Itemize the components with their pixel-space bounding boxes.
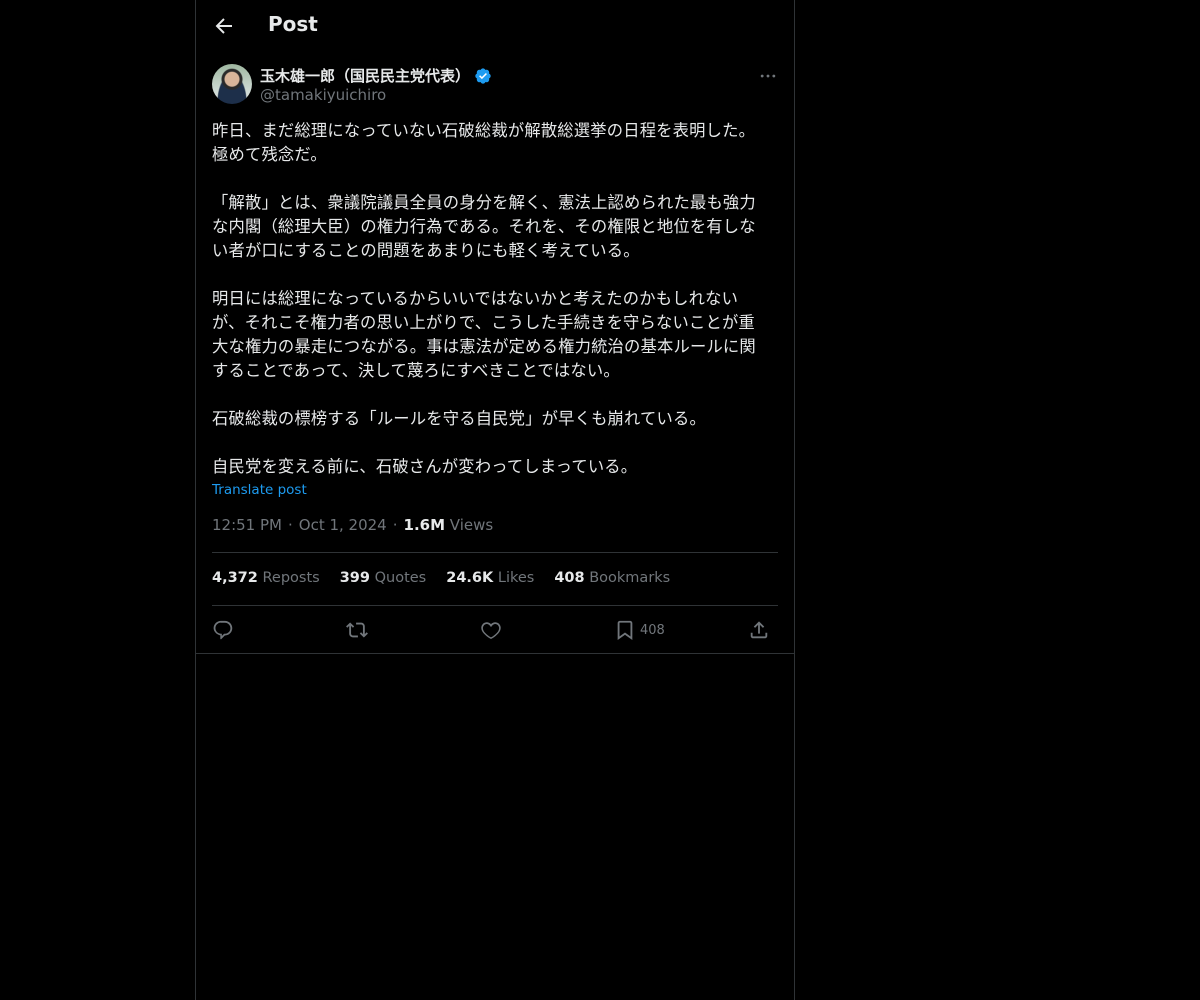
quotes-stat[interactable]: 399 Quotes <box>340 570 427 586</box>
post-time[interactable]: 12:51 PM <box>212 516 282 534</box>
post-author: 玉木雄一郎（国民民主党代表） @tamakiyuichiro <box>212 64 778 108</box>
likes-stat[interactable]: 24.6K Likes <box>446 570 534 586</box>
quotes-label: Quotes <box>374 570 427 586</box>
post-actions: 408 <box>212 616 778 644</box>
bookmark-count: 408 <box>640 622 665 638</box>
reply-icon <box>213 620 233 640</box>
like-button[interactable] <box>480 618 502 642</box>
post-text: 昨日、まだ総理になっていない石破総裁が解散総選挙の日程を表明した。 極めて残念だ… <box>212 121 756 476</box>
share-button[interactable] <box>748 618 770 642</box>
author-handle[interactable]: @tamakiyuichiro <box>260 86 386 104</box>
quotes-count: 399 <box>339 570 370 586</box>
meta-separator: · <box>392 516 398 534</box>
bookmarks-stat[interactable]: 408 Bookmarks <box>554 570 670 586</box>
divider <box>212 552 778 553</box>
repost-button[interactable] <box>346 618 368 642</box>
likes-count: 24.6K <box>446 570 494 586</box>
post-column: Post 玉木雄一郎（国民民主党代表） @tamakiyuichiro 昨日、ま… <box>195 0 795 1000</box>
page-title: Post <box>268 12 318 36</box>
reposts-label: Reposts <box>262 570 320 586</box>
page-header: Post <box>196 0 794 53</box>
bookmark-button[interactable]: 408 <box>614 618 665 642</box>
share-icon <box>750 621 768 639</box>
bookmarks-label: Bookmarks <box>589 570 671 586</box>
meta-separator: · <box>287 516 293 534</box>
views-label: Views <box>449 516 494 534</box>
verified-badge-icon <box>475 67 491 84</box>
divider <box>212 605 778 606</box>
post-views: 1.6M Views <box>404 516 494 534</box>
avatar[interactable] <box>212 64 252 104</box>
author-name-row: 玉木雄一郎（国民民主党代表） <box>260 65 492 86</box>
translate-post-link[interactable]: Translate post <box>212 482 307 498</box>
arrow-left-icon[interactable] <box>212 14 236 38</box>
divider <box>196 653 794 654</box>
views-count: 1.6M <box>403 516 446 534</box>
heart-icon <box>481 622 501 640</box>
bookmark-icon <box>617 620 633 641</box>
more-options-icon[interactable] <box>758 66 778 86</box>
post-meta: 12:51 PM · Oct 1, 2024 · 1.6M Views <box>212 516 493 534</box>
reposts-count: 4,372 <box>212 570 258 586</box>
bookmarks-count: 408 <box>554 570 585 586</box>
reply-button[interactable] <box>212 618 234 642</box>
likes-label: Likes <box>497 570 535 586</box>
author-name[interactable]: 玉木雄一郎（国民民主党代表） <box>260 65 470 86</box>
reposts-stat[interactable]: 4,372 Reposts <box>212 570 320 586</box>
post-date[interactable]: Oct 1, 2024 <box>299 516 387 534</box>
repost-icon <box>346 622 368 638</box>
post-stats: 4,372 Reposts 399 Quotes 24.6K Likes 408… <box>212 570 670 586</box>
